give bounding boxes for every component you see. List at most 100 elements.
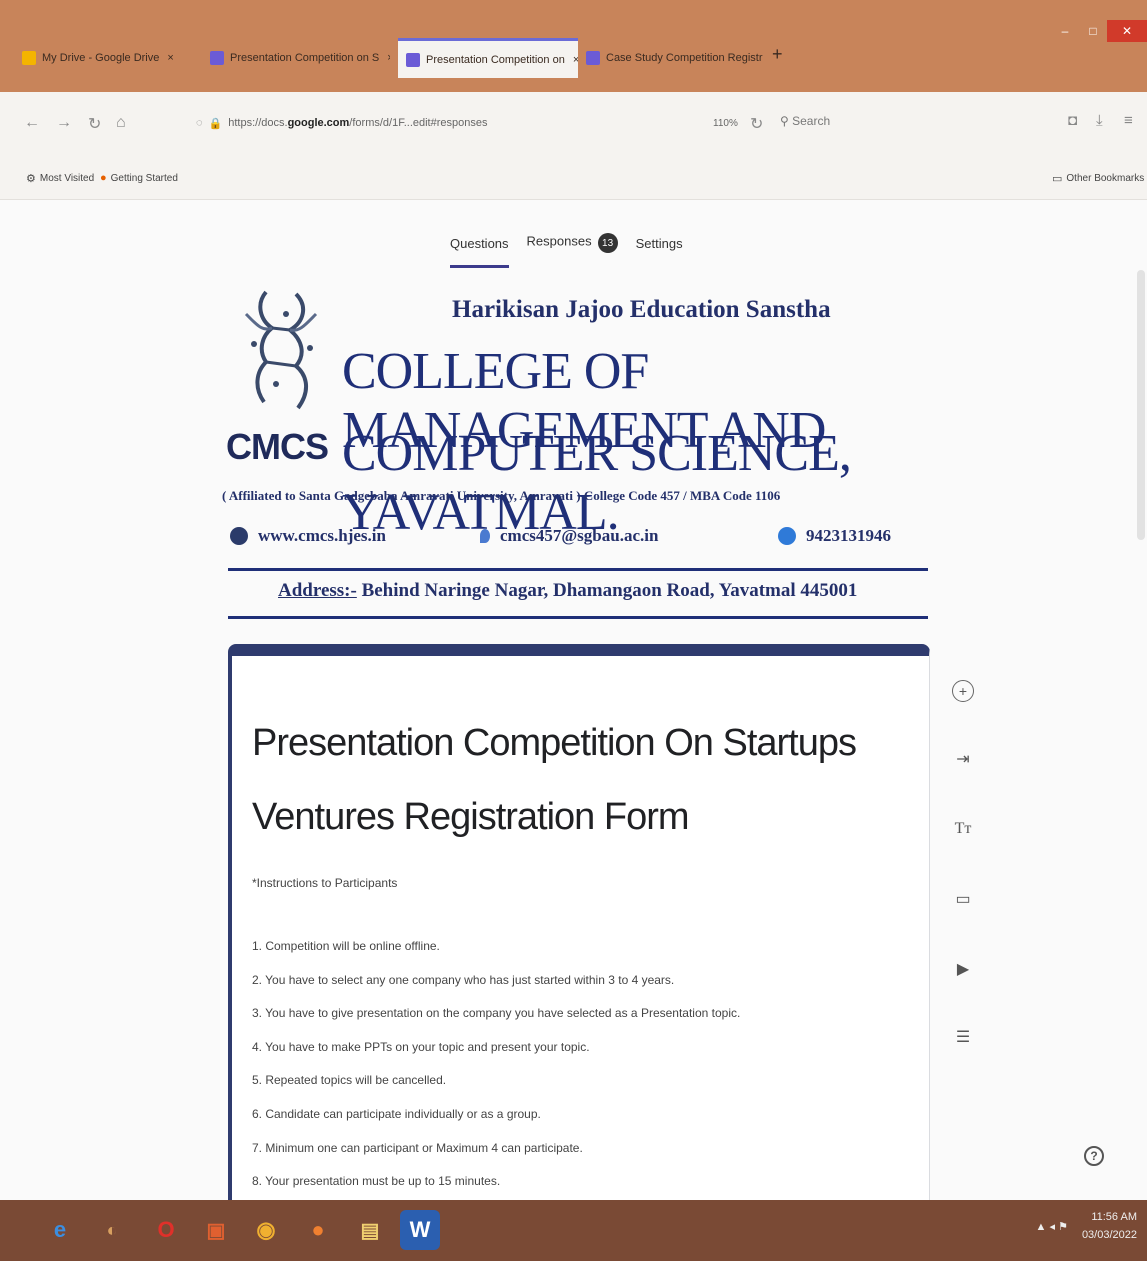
gear-icon: ⚙ xyxy=(26,173,36,185)
list-item: 6. Candidate can participate individuall… xyxy=(252,1106,541,1121)
responses-count-badge: 13 xyxy=(597,233,618,253)
tab-label: My Drive - Google Drive xyxy=(42,52,160,64)
browser-titlebar: My Drive - Google Drive × Presentation C… xyxy=(0,0,1147,92)
office-icon[interactable]: ▣ xyxy=(196,1210,236,1250)
word-icon[interactable]: W xyxy=(400,1210,440,1250)
phone-text: 9423131946 xyxy=(806,526,891,545)
google-forms-icon xyxy=(586,51,600,65)
add-video-icon[interactable]: ▶ xyxy=(952,958,974,980)
add-section-icon[interactable]: ☰ xyxy=(952,1026,974,1048)
close-icon[interactable]: × xyxy=(387,52,390,64)
screenshot: My Drive - Google Drive × Presentation C… xyxy=(0,0,1147,1261)
network-icon[interactable]: ▲ ◂ ⚑ xyxy=(1036,1220,1068,1233)
tab-label: Presentation Competition on S xyxy=(230,52,380,64)
list-item: 4. You have to make PPTs on your topic a… xyxy=(252,1039,590,1054)
logo-text: CMCS xyxy=(226,426,329,467)
tab-questions[interactable]: Questions xyxy=(450,236,509,268)
import-questions-icon[interactable]: ⇥ xyxy=(952,748,974,770)
phone-icon xyxy=(778,527,796,545)
website-contact: www.cmcs.hjes.in xyxy=(230,526,386,546)
minimize-button[interactable]: – xyxy=(1051,20,1079,42)
organization-name: Harikisan Jajoo Education Sanstha xyxy=(452,296,831,323)
globe-icon xyxy=(230,527,248,545)
navigation-bar: ← → ↻ ⌂ ◌ 🔒 https://docs. google.com /fo… xyxy=(0,92,1147,158)
home-button[interactable]: ⌂ xyxy=(116,114,126,132)
firefox-icon[interactable]: ● xyxy=(298,1210,338,1250)
tab-my-drive[interactable]: My Drive - Google Drive × xyxy=(22,40,192,76)
email-contact: cmcs457@sgbau.ac.in xyxy=(480,526,658,546)
folder-icon: ▭ xyxy=(1052,173,1063,185)
reload-page-icon[interactable]: ↻ xyxy=(750,114,763,134)
form-title[interactable]: Presentation Competition On Startups Ven… xyxy=(252,706,912,854)
pocket-icon[interactable]: ◘ xyxy=(1068,112,1077,129)
bookmarks-bar: ⚙ Most Visited ● Getting Started ▭ Other… xyxy=(0,158,1147,200)
tab-case-study-competition[interactable]: Case Study Competition Registr × xyxy=(586,40,766,76)
address-value: Behind Naringe Nagar, Dhamangaon Road, Y… xyxy=(361,580,858,601)
chrome-icon[interactable]: ◉ xyxy=(246,1210,286,1250)
ie-icon[interactable]: e xyxy=(40,1210,80,1250)
bookmark-label: Getting Started xyxy=(110,172,178,184)
bookmark-label: Most Visited xyxy=(39,173,95,184)
forward-button[interactable]: → xyxy=(56,114,72,132)
college-logo-icon xyxy=(244,290,318,410)
address-line: Address:- Behind Naringe Nagar, Dhamanga… xyxy=(278,580,857,602)
tab-presentation-competition-active[interactable]: Presentation Competition on × xyxy=(398,38,578,78)
list-item: 1. Competition will be online offline. xyxy=(252,939,440,953)
form-title-card[interactable]: Presentation Competition On Startups Ven… xyxy=(228,644,930,1261)
tab-presentation-competition-1[interactable]: Presentation Competition on S × xyxy=(210,40,390,76)
lock-icon: 🔒 xyxy=(208,117,223,130)
tab-label: Presentation Competition on xyxy=(426,53,565,66)
download-icon[interactable]: ⤓ xyxy=(1096,112,1103,129)
menu-icon[interactable]: ≡ xyxy=(1124,112,1133,129)
google-forms-icon xyxy=(210,51,224,65)
add-title-icon[interactable]: Tт xyxy=(952,818,974,840)
divider xyxy=(228,616,928,619)
divider xyxy=(228,568,928,571)
system-tray: ▲ ◂ ⚑ 11:56 AM 03/03/2022 xyxy=(1036,1208,1137,1244)
affiliation-text: ( Affiliated to Santa Gadgebaba Amravati… xyxy=(222,488,781,503)
opera-icon[interactable]: O xyxy=(146,1210,186,1250)
list-item: 5. Repeated topics will be cancelled. xyxy=(252,1073,447,1088)
reload-button[interactable]: ↻ xyxy=(88,114,101,134)
tab-responses[interactable]: Responses 13 xyxy=(527,233,618,253)
location-pin-icon xyxy=(480,529,490,543)
search-input[interactable]: ⚲ Search xyxy=(780,114,830,128)
clock[interactable]: 11:56 AM 03/03/2022 xyxy=(1082,1208,1137,1244)
clock-time: 11:56 AM xyxy=(1091,1211,1137,1223)
back-button[interactable]: ← xyxy=(24,114,40,132)
list-item: 3. You have to give presentation on the … xyxy=(252,1006,741,1021)
url-prefix: https://docs. xyxy=(228,117,288,129)
add-image-icon[interactable]: ▭ xyxy=(952,888,974,910)
url-path: /forms/d/1F...edit#responses xyxy=(349,117,488,129)
search-icon: ⚲ xyxy=(780,114,793,128)
list-item: 7. Minimum one can participant or Maximu… xyxy=(252,1140,583,1155)
explorer-icon[interactable]: ▤ xyxy=(350,1210,390,1250)
zoom-level[interactable]: 110% xyxy=(713,118,738,129)
close-icon[interactable]: × xyxy=(167,52,173,64)
window-controls: – □ ✕ xyxy=(1051,20,1147,42)
media-icon[interactable]: ◐ xyxy=(92,1210,132,1250)
search-placeholder: Search xyxy=(792,114,831,128)
bookmark-most-visited[interactable]: ⚙ Most Visited xyxy=(26,172,94,185)
page-scrollbar[interactable] xyxy=(1137,270,1145,540)
website-text: www.cmcs.hjes.in xyxy=(258,526,386,545)
add-question-icon[interactable]: + xyxy=(952,680,974,702)
other-bookmarks[interactable]: ▭ Other Bookmarks xyxy=(1052,172,1144,185)
tab-settings[interactable]: Settings xyxy=(636,236,683,251)
address-label: Address:- xyxy=(278,580,357,601)
close-window-button[interactable]: ✕ xyxy=(1107,20,1147,42)
form-side-toolbar: + ⇥ Tт ▭ ▶ ☰ xyxy=(940,670,984,1090)
instructions-heading[interactable]: *Instructions to Participants xyxy=(252,876,397,890)
firefox-icon: ● xyxy=(100,172,107,184)
maximize-button[interactable]: □ xyxy=(1079,20,1107,42)
new-tab-button[interactable]: + xyxy=(772,44,783,65)
windows-taskbar: e ◐ O ▣ ◉ ● ▤ W ▲ ◂ ⚑ 11:56 AM 03/03/202… xyxy=(0,1200,1147,1261)
help-icon[interactable]: ? xyxy=(1084,1146,1104,1166)
tab-label: Case Study Competition Registr xyxy=(606,52,763,64)
tab-responses-label: Responses xyxy=(526,233,592,249)
close-icon[interactable]: × xyxy=(573,54,578,66)
instructions-list: 1. Competition will be online offline. 2… xyxy=(252,936,740,1205)
url-bar[interactable]: ◌ 🔒 https://docs. google.com /forms/d/1F… xyxy=(196,108,756,138)
bookmark-getting-started[interactable]: ● Getting Started xyxy=(100,172,178,184)
other-bookmarks-label: Other Bookmarks xyxy=(1066,173,1145,184)
